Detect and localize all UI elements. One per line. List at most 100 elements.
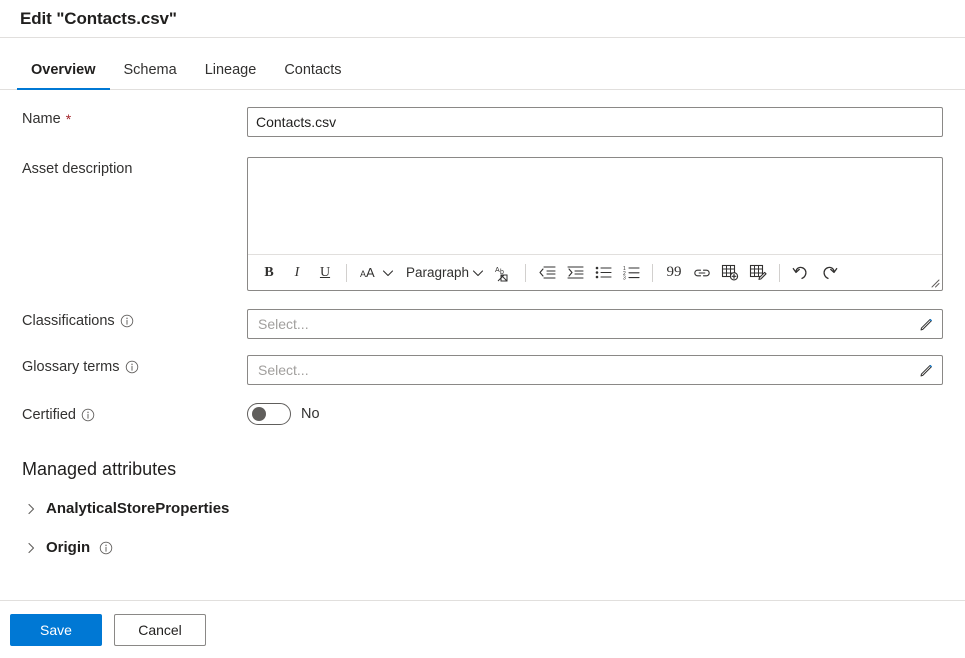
dialog-header: Edit "Contacts.csv" [0,0,965,38]
paragraph-style-dropdown[interactable]: Paragraph [401,260,489,286]
undo-icon [792,265,810,281]
clear-formatting-button[interactable]: A b [491,260,517,286]
tab-contacts[interactable]: Contacts [270,62,355,89]
clear-formatting-icon: A b [495,264,513,282]
paragraph-style-label: Paragraph [406,265,469,280]
asset-description-label: Asset description [22,157,247,177]
bulleted-list-button[interactable] [590,260,616,286]
insert-table-icon [721,264,739,281]
indent-icon [567,265,584,280]
glossary-terms-label: Glossary terms [22,355,247,375]
edit-pencil-icon[interactable] [919,363,934,378]
svg-text:A: A [366,265,375,280]
chevron-down-icon [382,267,394,279]
rich-text-editor: B I U A A [247,157,943,291]
underline-button[interactable]: U [312,260,338,286]
redo-icon [820,265,838,281]
name-input[interactable] [247,107,943,137]
numbered-list-button[interactable]: 1 2 3 [618,260,644,286]
managed-attributes-heading: Managed attributes [0,459,965,480]
link-icon [693,266,711,280]
bold-icon: B [264,265,273,281]
chevron-right-icon [25,503,37,515]
tab-contacts-label: Contacts [284,62,341,78]
field-row-asset-description: Asset description B I U [0,157,965,291]
cancel-button[interactable]: Cancel [114,614,206,646]
resize-grip-handle[interactable] [930,278,940,288]
managed-attribute-origin[interactable]: Origin [0,539,965,556]
classifications-label-text: Classifications [22,313,115,329]
edit-table-button[interactable] [745,260,771,286]
underline-icon: U [320,265,330,281]
certified-label-text: Certified [22,407,76,423]
glossary-terms-label-text: Glossary terms [22,359,120,375]
redo-button[interactable] [816,260,842,286]
tab-schema[interactable]: Schema [110,62,191,89]
glossary-terms-placeholder: Select... [258,362,919,378]
tab-schema-label: Schema [124,62,177,78]
tab-overview[interactable]: Overview [17,62,110,89]
managed-attribute-label: Origin [46,539,90,556]
chevron-right-icon [25,542,37,554]
tab-bar: Overview Schema Lineage Contacts [0,38,965,90]
field-row-name: Name * [0,107,965,137]
managed-attribute-analyticalstoreproperties[interactable]: AnalyticalStoreProperties [0,500,965,517]
certified-toggle[interactable] [247,403,291,425]
tab-lineage[interactable]: Lineage [191,62,271,89]
toolbar-divider [652,264,653,282]
certified-label: Certified [22,403,247,423]
dialog-footer: Save Cancel [0,600,965,658]
insert-table-button[interactable] [717,260,743,286]
edit-pencil-icon[interactable] [919,317,934,332]
required-marker: * [66,112,71,126]
toolbar-divider [779,264,780,282]
managed-attribute-label: AnalyticalStoreProperties [46,500,229,517]
certified-state-text: No [301,406,320,422]
info-icon[interactable] [81,408,95,422]
chevron-down-icon [472,267,484,279]
name-label-text: Name [22,111,61,127]
link-button[interactable] [689,260,715,286]
bold-button[interactable]: B [256,260,282,286]
toolbar-divider [346,264,347,282]
name-label: Name * [22,107,247,127]
indent-button[interactable] [562,260,588,286]
save-button[interactable]: Save [10,614,102,646]
undo-button[interactable] [788,260,814,286]
edit-asset-form: Name * Asset description B I U [0,107,965,556]
field-row-certified: Certified No [0,403,965,425]
info-icon[interactable] [99,541,113,555]
info-icon[interactable] [120,314,134,328]
classifications-label: Classifications [22,309,247,329]
asset-description-textarea[interactable] [248,158,942,254]
certified-field-wrap: No [247,403,965,425]
field-row-classifications: Classifications Select... [0,309,965,339]
name-field-wrap [247,107,965,137]
outdent-button[interactable] [534,260,560,286]
font-size-dropdown[interactable]: A A [355,260,399,286]
tab-overview-label: Overview [31,62,96,78]
page-title: Edit "Contacts.csv" [20,9,177,29]
quote-button[interactable]: 99 [661,260,687,286]
certified-toggle-wrap: No [247,403,943,425]
svg-text:3: 3 [623,276,626,281]
tab-lineage-label: Lineage [205,62,257,78]
classifications-picker[interactable]: Select... [247,309,943,339]
toggle-knob [252,407,266,421]
bulleted-list-icon [595,265,612,280]
numbered-list-icon: 1 2 3 [623,265,640,280]
outdent-icon [539,265,556,280]
font-size-icon: A A [360,265,379,280]
edit-table-icon [749,264,767,281]
italic-button[interactable]: I [284,260,310,286]
classifications-placeholder: Select... [258,316,919,332]
classifications-field-wrap: Select... [247,309,965,339]
glossary-terms-field-wrap: Select... [247,355,965,385]
asset-description-label-text: Asset description [22,161,132,177]
rich-text-toolbar: B I U A A [248,254,942,290]
info-icon[interactable] [125,360,139,374]
glossary-terms-picker[interactable]: Select... [247,355,943,385]
toolbar-divider [525,264,526,282]
field-row-glossary-terms: Glossary terms Select... [0,355,965,385]
italic-icon: I [295,265,300,281]
